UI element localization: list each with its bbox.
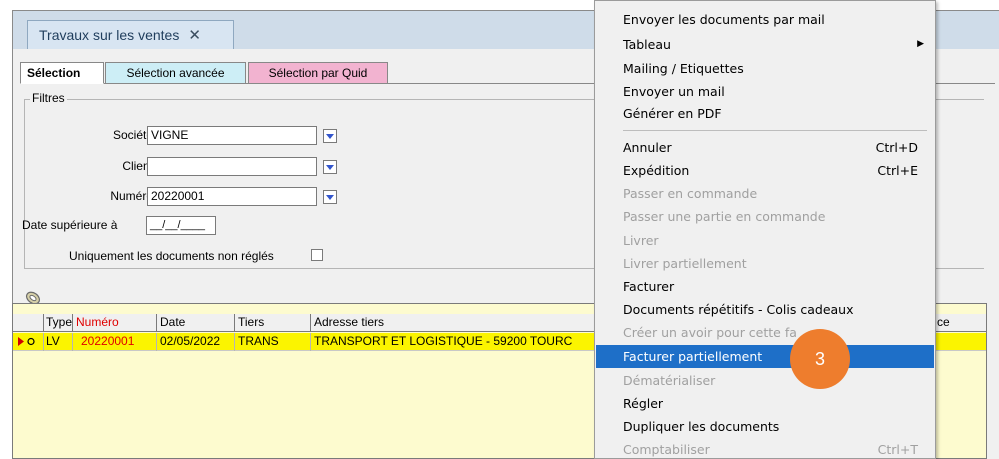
menu-shortcut: Ctrl+D [875, 140, 918, 155]
menu-item-label: Facturer partiellement [623, 349, 763, 364]
menu-item-label: Facturer [623, 279, 675, 294]
menu-item-annuler[interactable]: Annuler Ctrl+D [596, 136, 934, 159]
menu-item-documents-repetitifs[interactable]: Documents répétitifs - Colis cadeaux [596, 298, 934, 321]
menu-item-label: Régler [623, 396, 664, 411]
tab-selection-avancee[interactable]: Sélection avancée [105, 62, 246, 84]
menu-item-label: Créer un avoir pour cette fa [623, 325, 797, 340]
filters-legend: Filtres [30, 91, 67, 105]
menu-item-mailing-etiquettes[interactable]: Mailing / Etiquettes [596, 57, 934, 80]
menu-item-regler[interactable]: Régler [596, 392, 934, 415]
menu-item-envoyer-mail[interactable]: Envoyer un mail [596, 80, 934, 103]
header-indicator [13, 314, 44, 332]
menu-item-passer-commande: Passer en commande [596, 182, 934, 205]
context-menu: Envoyer les documents par mail Tableau ▶ … [594, 0, 936, 459]
menu-item-creer-avoir: Créer un avoir pour cette fa [596, 321, 934, 344]
menu-item-label: Annuler [623, 140, 672, 155]
menu-separator [623, 130, 927, 131]
menu-item-facturer-partiellement[interactable]: Facturer partiellement [596, 345, 934, 368]
menu-item-label: Livrer partiellement [623, 256, 747, 271]
column-header-type[interactable]: Type [44, 314, 73, 332]
menu-item-generer-pdf[interactable]: Générer en PDF [596, 102, 934, 125]
row-pointer-icon [13, 333, 44, 351]
tab-title: Travaux sur les ventes [39, 27, 180, 43]
cell-type: LV [44, 333, 73, 351]
menu-item-passer-partie-commande: Passer une partie en commande [596, 205, 934, 228]
menu-item-livrer: Livrer [596, 229, 934, 252]
tab-travaux-ventes[interactable]: Travaux sur les ventes ✕ [27, 20, 234, 49]
menu-item-comptabiliser: Comptabiliser Ctrl+T [596, 438, 934, 459]
menu-item-expedition[interactable]: Expédition Ctrl+E [596, 159, 934, 182]
menu-item-label: Passer une partie en commande [623, 209, 826, 224]
dropdown-arrow-icon[interactable] [323, 129, 337, 143]
non-regles-checkbox[interactable] [311, 249, 323, 261]
date-superieure-field[interactable]: __/__/____ [146, 216, 216, 235]
numeros-field[interactable]: 20220001 [147, 187, 317, 206]
menu-shortcut: Ctrl+T [877, 442, 918, 457]
menu-item-dupliquer-documents[interactable]: Dupliquer les documents [596, 415, 934, 438]
cell-numero: 20220001 [73, 333, 157, 351]
tab-selection-quid[interactable]: Sélection par Quid [248, 62, 388, 84]
dropdown-arrow-icon[interactable] [323, 190, 337, 204]
menu-item-dematerialiser: Dématérialiser [596, 369, 934, 392]
menu-item-label: Dématérialiser [623, 373, 716, 388]
menu-item-label: Comptabiliser [623, 442, 710, 457]
menu-item-tableau[interactable]: Tableau ▶ [596, 33, 934, 56]
menu-shortcut: Ctrl+E [877, 163, 918, 178]
cell-adresse: TRANSPORT ET LOGISTIQUE - 59200 TOURC [311, 333, 595, 351]
step-badge: 3 [790, 329, 850, 389]
column-header-numero[interactable]: Numéro [73, 314, 157, 332]
submenu-arrow-icon: ▶ [917, 39, 924, 49]
menu-item-label: Générer en PDF [623, 106, 722, 121]
column-header-adresse[interactable]: Adresse tiers [311, 314, 595, 332]
menu-item-label: Livrer [623, 233, 659, 248]
menu-item-envoyer-documents-mail[interactable]: Envoyer les documents par mail [596, 8, 934, 31]
cell-date: 02/05/2022 [157, 333, 235, 351]
cell-tiers: TRANS [235, 333, 311, 351]
menu-item-label: Documents répétitifs - Colis cadeaux [623, 302, 854, 317]
menu-item-label: Passer en commande [623, 186, 758, 201]
menu-item-label: Dupliquer les documents [623, 419, 780, 434]
menu-item-label: Tableau [623, 37, 671, 52]
column-header-tiers[interactable]: Tiers [235, 314, 311, 332]
date-superieure-label: Date supérieure à [22, 218, 118, 232]
non-regles-label: Uniquement les documents non réglés [69, 249, 274, 263]
menu-item-label: Envoyer les documents par mail [623, 12, 825, 27]
menu-item-label: Expédition [623, 163, 690, 178]
menu-item-livrer-partiellement: Livrer partiellement [596, 252, 934, 275]
clients-field[interactable] [147, 157, 317, 176]
column-header-date[interactable]: Date [157, 314, 235, 332]
menu-item-label: Mailing / Etiquettes [623, 61, 744, 76]
menu-item-label: Envoyer un mail [623, 84, 725, 99]
dropdown-arrow-icon[interactable] [323, 160, 337, 174]
menu-item-facturer[interactable]: Facturer [596, 275, 934, 298]
close-icon[interactable]: ✕ [188, 26, 201, 44]
tab-selection[interactable]: Sélection [20, 62, 104, 84]
societes-field[interactable]: VIGNE [147, 126, 317, 145]
